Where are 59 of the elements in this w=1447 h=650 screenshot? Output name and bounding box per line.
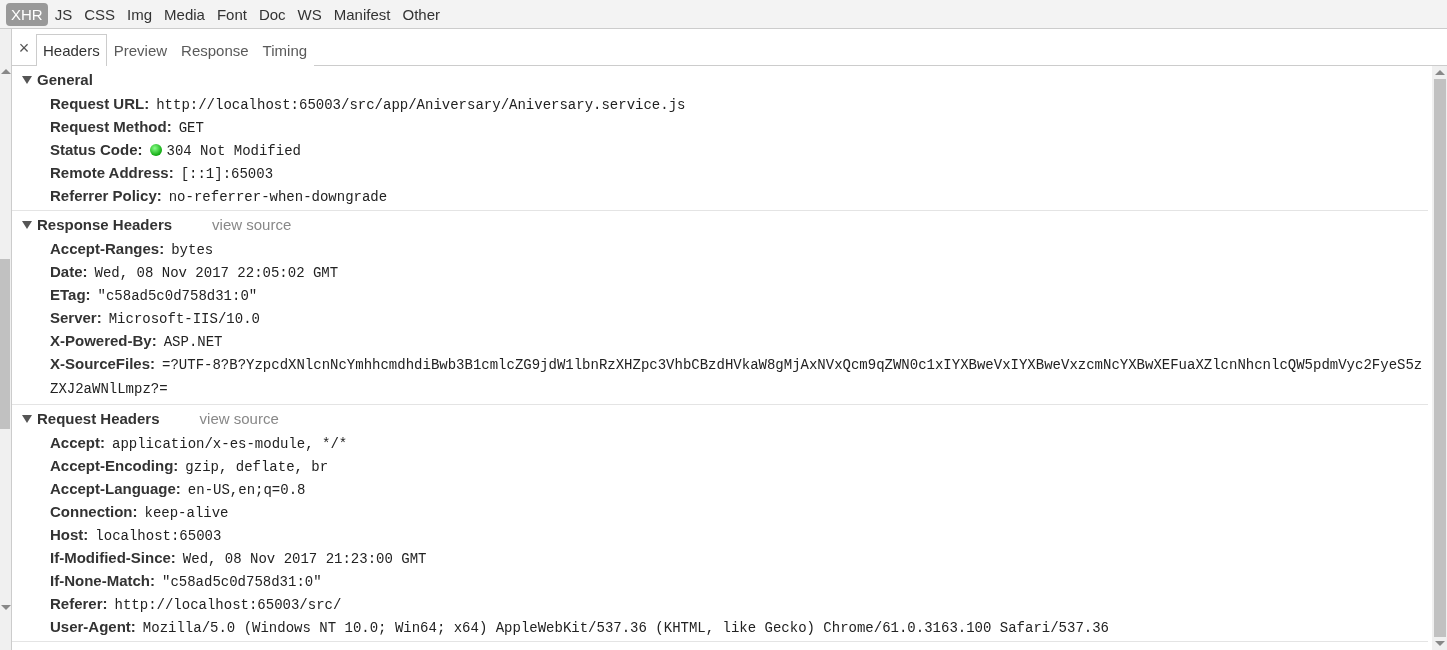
header-value: http://localhost:65003/src/app/Aniversary/Aniversary.service.js [156, 97, 686, 113]
header-value: http://localhost:65003/src/ [114, 597, 342, 613]
header-value: application/x-es-module, */* [112, 436, 348, 452]
view-source-link[interactable]: view source [199, 410, 279, 427]
header-name: Server: [50, 309, 102, 326]
header-name: Accept-Encoding: [50, 457, 179, 474]
header-value: Microsoft-IIS/10.0 [108, 311, 260, 327]
header-value: localhost:65003 [95, 528, 222, 544]
tab[interactable]: Headers [36, 34, 107, 66]
header-value: 304 Not Modified [166, 143, 301, 159]
header-name: User-Agent: [50, 618, 136, 635]
header-value: Wed, 08 Nov 2017 21:23:00 GMT [182, 551, 427, 567]
triangle-icon[interactable] [22, 219, 32, 230]
close-button[interactable]: × [12, 33, 36, 63]
header-value: en-US,en;q=0.8 [187, 482, 306, 498]
header-value: no-referrer-when-downgrade [168, 189, 388, 205]
header-name: Accept-Ranges: [50, 240, 165, 257]
filter-button[interactable]: WS [292, 2, 327, 26]
filter-button[interactable]: Font [211, 2, 252, 26]
header-value: GET [178, 120, 204, 136]
filter-button[interactable]: JS [49, 2, 78, 26]
filter-button[interactable]: Media [159, 2, 210, 26]
header-value: [::1]:65003 [180, 166, 274, 182]
header-value: "c58ad5c0d758d31:0" [97, 288, 258, 304]
header-value: bytes [171, 242, 214, 258]
header-value: keep-alive [144, 505, 229, 521]
triangle-icon[interactable] [22, 413, 32, 424]
header-name: Referer: [50, 595, 108, 612]
header-name: ETag: [50, 286, 91, 303]
header-value: gzip, deflate, br [185, 459, 329, 475]
header-name: Referrer Policy: [50, 187, 162, 204]
header-value: "c58ad5c0d758d31:0" [162, 574, 322, 590]
section-title: Response Headers [37, 216, 173, 233]
header-name: Request Method: [50, 118, 172, 135]
header-name: If-None-Match: [50, 572, 155, 589]
header-name: Host: [50, 526, 89, 543]
filter-button[interactable]: Other [397, 2, 445, 26]
header-name: Date: [50, 263, 88, 280]
filter-button[interactable]: Doc [253, 2, 291, 26]
header-name: Accept: [50, 434, 105, 451]
header-value: Mozilla/5.0 (Windows NT 10.0; Win64; x64) AppleWebKit/537.36 (KHTML, like Gecko) Chrome/61.0.3163.100 Safari/537.36 [142, 620, 1109, 636]
header-name: Connection: [50, 503, 138, 520]
header-value: ASP.NET [163, 334, 223, 350]
section-title: General [37, 71, 93, 88]
header-name: Accept-Language: [50, 480, 181, 497]
section-title: Request Headers [37, 410, 160, 427]
view-source-link[interactable]: view source [212, 216, 292, 233]
filter-button[interactable]: Manifest [328, 2, 396, 26]
filter-button[interactable]: CSS [79, 2, 121, 26]
triangle-icon[interactable] [22, 74, 32, 85]
header-value: Wed, 08 Nov 2017 22:05:02 GMT [94, 265, 339, 281]
status-dot-icon [149, 144, 162, 156]
filter-button[interactable]: Img [122, 2, 158, 26]
header-name: Request URL: [50, 95, 150, 112]
header-name: Remote Address: [50, 164, 174, 181]
header-name: Status Code: [50, 141, 143, 158]
header-name: X-Powered-By: [50, 332, 157, 349]
header-name: If-Modified-Since: [50, 549, 176, 566]
header-line: X-SourceFiles: =?UTF-8?B?YzpcdXNlcnNcYmhhcmdhdiBwb3B1cmlcZG9jdW1lbnRzXHZpc3VhbCBzdHVkaW8gMjAxNVxQcm9qZWN0c1xIYXBweVxIYXBweVxzcmNcYXBwXEFuaXZlcnNhcnlcQW5pdmVyc2FyeS5zZXJ2aWNlLmpz?= [50, 354, 1424, 399]
